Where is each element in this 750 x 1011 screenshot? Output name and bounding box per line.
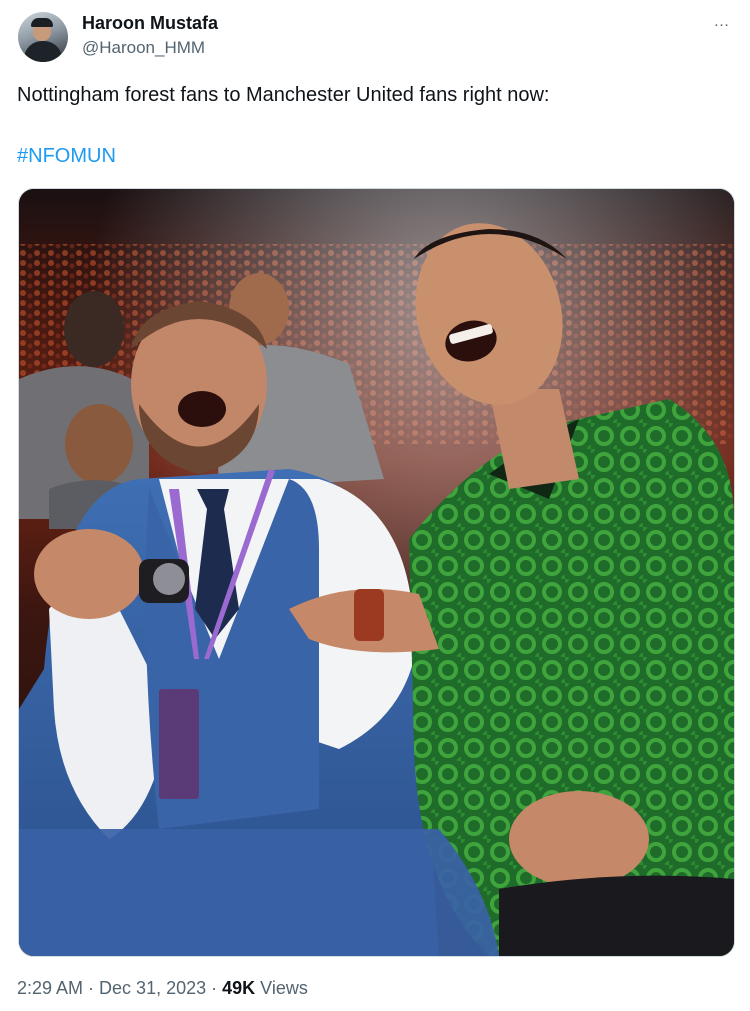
photo-illustration xyxy=(19,189,734,956)
tweet-time[interactable]: 2:29 AM xyxy=(17,978,83,998)
tweet-card: Haroon Mustafa @Haroon_HMM … Nottingham … xyxy=(0,0,750,1011)
tweet-photo[interactable] xyxy=(18,188,735,957)
tweet-text: Nottingham forest fans to Manchester Uni… xyxy=(17,84,550,106)
avatar-body-shape xyxy=(24,41,62,62)
author-handle[interactable]: @Haroon_HMM xyxy=(82,38,205,58)
more-options-icon[interactable]: … xyxy=(708,12,736,36)
author-avatar[interactable] xyxy=(18,12,68,62)
avatar-cap-shape xyxy=(31,18,53,27)
meta-separator: · xyxy=(83,978,100,998)
tweet-meta: 2:29 AM · Dec 31, 2023 · 49K Views xyxy=(17,978,308,999)
author-name[interactable]: Haroon Mustafa xyxy=(82,13,218,34)
tweet-date[interactable]: Dec 31, 2023 xyxy=(99,978,206,998)
views-label: Views xyxy=(255,978,308,998)
hashtag-link[interactable]: #NFOMUN xyxy=(17,145,116,168)
views-count: 49K xyxy=(222,978,256,998)
meta-separator: · xyxy=(206,978,223,998)
